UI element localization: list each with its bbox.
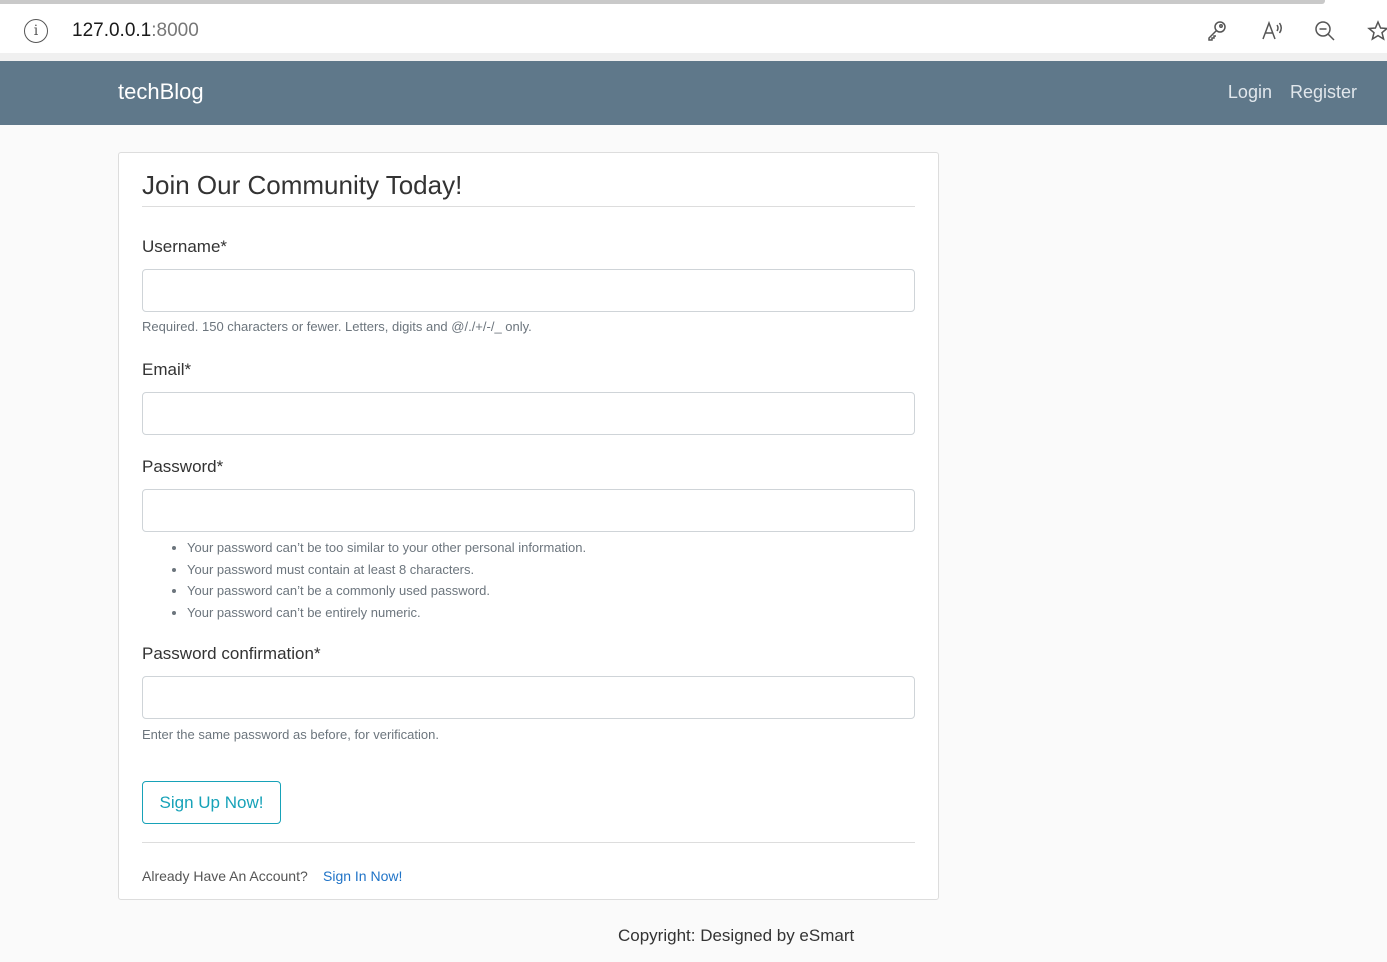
brand-logo-text[interactable]: techBlog <box>118 79 204 105</box>
sign-in-link[interactable]: Sign In Now! <box>323 868 402 884</box>
username-input[interactable] <box>142 269 915 312</box>
password-rule: Your password must contain at least 8 ch… <box>187 561 586 583</box>
form-title: Join Our Community Today! <box>142 170 463 200</box>
card-footer-divider <box>142 842 915 843</box>
copyright-text: Copyright: Designed by eSmart <box>618 926 855 945</box>
password-confirm-label: Password confirmation* <box>142 644 321 663</box>
zoom-out-icon[interactable] <box>1312 18 1338 44</box>
email-label: Email* <box>142 360 192 379</box>
read-aloud-icon[interactable] <box>1259 18 1285 44</box>
browser-toolbar: i 127.0.0.1:8000 <box>0 0 1387 61</box>
register-card: Join Our Community Today! Username* Requ… <box>118 152 939 900</box>
address-bar[interactable]: 127.0.0.1:8000 <box>72 20 199 42</box>
password-rules-list: Your password can’t be too similar to yo… <box>187 539 586 626</box>
url-port: :8000 <box>151 20 199 41</box>
password-rule: Your password can’t be entirely numeric. <box>187 604 586 626</box>
site-navbar: techBlog Login Register <box>0 61 1387 125</box>
favorite-star-icon[interactable] <box>1365 18 1387 44</box>
nav-links: Login Register <box>1228 82 1357 103</box>
username-help: Required. 150 characters or fewer. Lette… <box>142 319 532 334</box>
account-prompt: Already Have An Account? <box>142 868 308 884</box>
password-rule: Your password can’t be a commonly used p… <box>187 582 586 604</box>
email-input[interactable] <box>142 392 915 435</box>
username-label: Username* <box>142 237 228 256</box>
toolbar-divider <box>0 53 1387 61</box>
nav-login-link[interactable]: Login <box>1228 82 1272 103</box>
password-rule: Your password can’t be too similar to yo… <box>187 539 586 561</box>
site-info-icon[interactable]: i <box>24 19 48 43</box>
nav-register-link[interactable]: Register <box>1290 82 1357 103</box>
password-confirm-help: Enter the same password as before, for v… <box>142 727 439 742</box>
title-divider <box>142 206 915 207</box>
url-host: 127.0.0.1 <box>72 20 152 41</box>
password-label: Password* <box>142 457 224 476</box>
sign-up-button[interactable]: Sign Up Now! <box>142 781 281 824</box>
password-input[interactable] <box>142 489 915 532</box>
password-confirm-input[interactable] <box>142 676 915 719</box>
tab-strip <box>0 0 1325 4</box>
password-key-icon[interactable] <box>1204 18 1230 44</box>
